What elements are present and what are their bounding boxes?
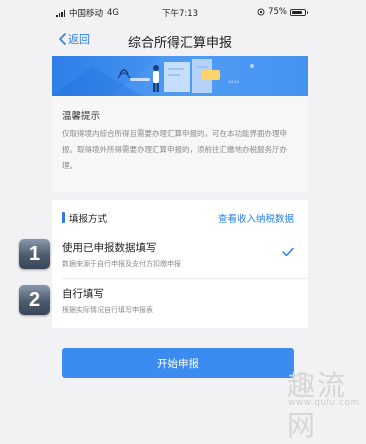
option-self-fill[interactable]: 自行填写 根据实际情况自行填写申报表 bbox=[52, 280, 308, 322]
page-title: 综合所得汇算申报 bbox=[127, 36, 232, 51]
battery-icon bbox=[290, 8, 308, 16]
checkmark-icon bbox=[282, 247, 294, 257]
orientation-lock-icon bbox=[257, 8, 265, 16]
tips-text: 仅取得境内综合所得且需要办理汇算申报的，可在本功能界面办理申报。取得境外所得需要… bbox=[62, 129, 287, 170]
tips-title: 温馨提示 bbox=[62, 111, 101, 122]
step-badge-2: 2 bbox=[19, 285, 50, 315]
app-screen: 中国移动 4G 下午7:13 75% 返回 综合所得汇算申报 ‹‹‹‹ 温馨提示… bbox=[52, 0, 308, 422]
hero-banner: ‹‹‹‹ bbox=[52, 56, 308, 96]
nav-bar: 返回 综合所得汇算申报 bbox=[52, 22, 308, 56]
status-bar: 中国移动 4G 下午7:13 75% bbox=[52, 0, 308, 22]
option-divider bbox=[62, 278, 308, 279]
method-header: 填报方式 查看收入纳税数据 bbox=[52, 200, 308, 234]
battery-percent: 75% bbox=[268, 7, 287, 17]
start-filing-button[interactable]: 开始申报 bbox=[62, 348, 294, 378]
option-subtitle: 根据实际情况自行填写申报表 bbox=[62, 306, 153, 314]
filing-method-card: 填报方式 查看收入纳税数据 使用已申报数据填写 数据来源于自行申报及支付方扣缴申… bbox=[52, 200, 308, 328]
banner-illustration: ‹‹‹‹ bbox=[52, 56, 308, 96]
option-subtitle: 数据来源于自行申报及支付方扣缴申报 bbox=[62, 260, 181, 268]
option-title: 自行填写 bbox=[62, 288, 104, 300]
status-right: 75% bbox=[257, 7, 308, 17]
site-watermark-url: www.qulu.com bbox=[288, 398, 360, 408]
section-accent-bar bbox=[62, 212, 65, 223]
tips-section: 温馨提示 仅取得境内综合所得且需要办理汇算申报的，可在本功能界面办理申报。取得境… bbox=[52, 96, 308, 192]
method-label: 填报方式 bbox=[69, 214, 108, 225]
option-use-declared-data[interactable]: 使用已申报数据填写 数据来源于自行申报及支付方扣缴申报 bbox=[52, 234, 308, 276]
step-badge-1: 1 bbox=[19, 239, 50, 269]
option-title: 使用已申报数据填写 bbox=[62, 242, 157, 254]
svg-text:‹‹‹‹: ‹‹‹‹ bbox=[228, 78, 239, 86]
view-income-tax-data-link[interactable]: 查看收入纳税数据 bbox=[218, 211, 294, 225]
